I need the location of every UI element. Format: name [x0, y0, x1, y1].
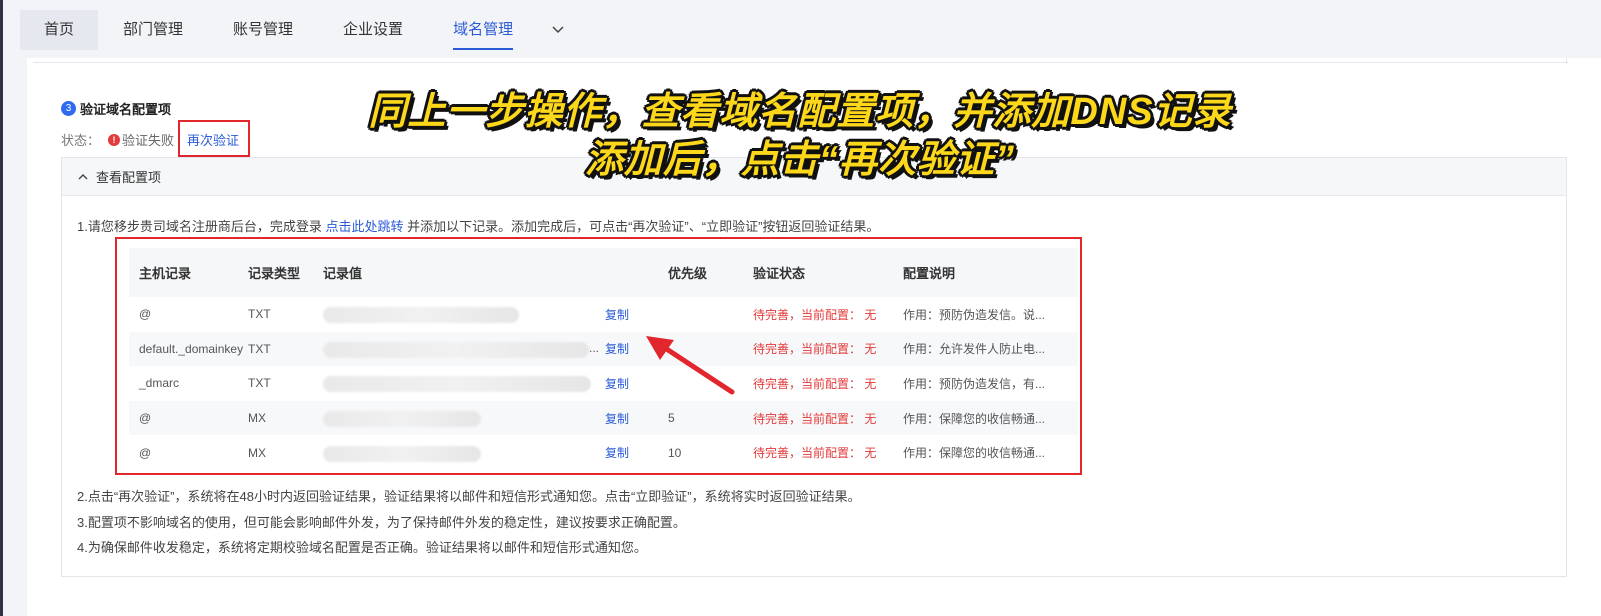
tutorial-caption: 添加后，点击“再次验证” — [584, 139, 1015, 181]
instruction-text-end: 并添加以下记录。添加完成后，可点击“再次验证”、“立即验证”按钮返回验证结果。 — [403, 219, 880, 234]
instruction-line: 1.请您移步贵司域名注册商后台，完成登录 点击此处跳转 并添加以下记录。添加完成… — [77, 216, 879, 235]
registrar-link[interactable]: 点击此处跳转 — [325, 219, 403, 234]
tab-department[interactable]: 部门管理 — [98, 10, 208, 50]
note-line: 2.点击“再次验证”，系统将在48小时内返回验证结果，验证结果将以邮件和短信形式… — [77, 489, 861, 504]
tab-home[interactable]: 首页 — [20, 10, 99, 50]
tab-domain[interactable]: 域名管理 — [428, 10, 538, 50]
status-label: 状态： — [61, 133, 101, 148]
tab-enterprise[interactable]: 企业设置 — [318, 10, 428, 50]
divider — [33, 62, 1568, 63]
step-title: 3 验证域名配置项 — [61, 99, 171, 118]
left-edge-bar — [0, 0, 3, 616]
pointer-arrow-icon — [646, 336, 735, 395]
chevron-down-icon[interactable] — [538, 10, 578, 50]
note-line: 3.配置项不影响域名的使用，但可能会影响邮件外发，为了保持邮件外发的稳定性，建议… — [77, 515, 686, 530]
divider — [1566, 58, 1567, 64]
instruction-text: 1.请您移步贵司域名注册商后台，完成登录 — [77, 219, 326, 234]
error-icon: ! — [108, 133, 121, 146]
step-number-badge: 3 — [61, 101, 76, 116]
chevron-up-icon — [78, 171, 88, 183]
step-title-text: 验证域名配置项 — [80, 102, 172, 117]
tab-accounts[interactable]: 账号管理 — [208, 10, 318, 50]
status-row: 状态： ! 验证失败 — [61, 130, 174, 149]
config-panel-title: 查看配置项 — [96, 170, 162, 185]
highlight-box — [115, 237, 1082, 475]
reverify-button[interactable]: 再次验证 — [187, 130, 239, 149]
tutorial-caption: 同上一步操作，查看域名配置项，并添加DNS记录 — [368, 91, 1232, 133]
status-value: 验证失败 — [122, 133, 175, 148]
top-nav: 首页 部门管理 账号管理 企业设置 域名管理 — [20, 10, 578, 50]
note-line: 4.为确保邮件收发稳定，系统将定期校验域名配置是否正确。验证结果将以邮件和短信形… — [77, 540, 647, 555]
